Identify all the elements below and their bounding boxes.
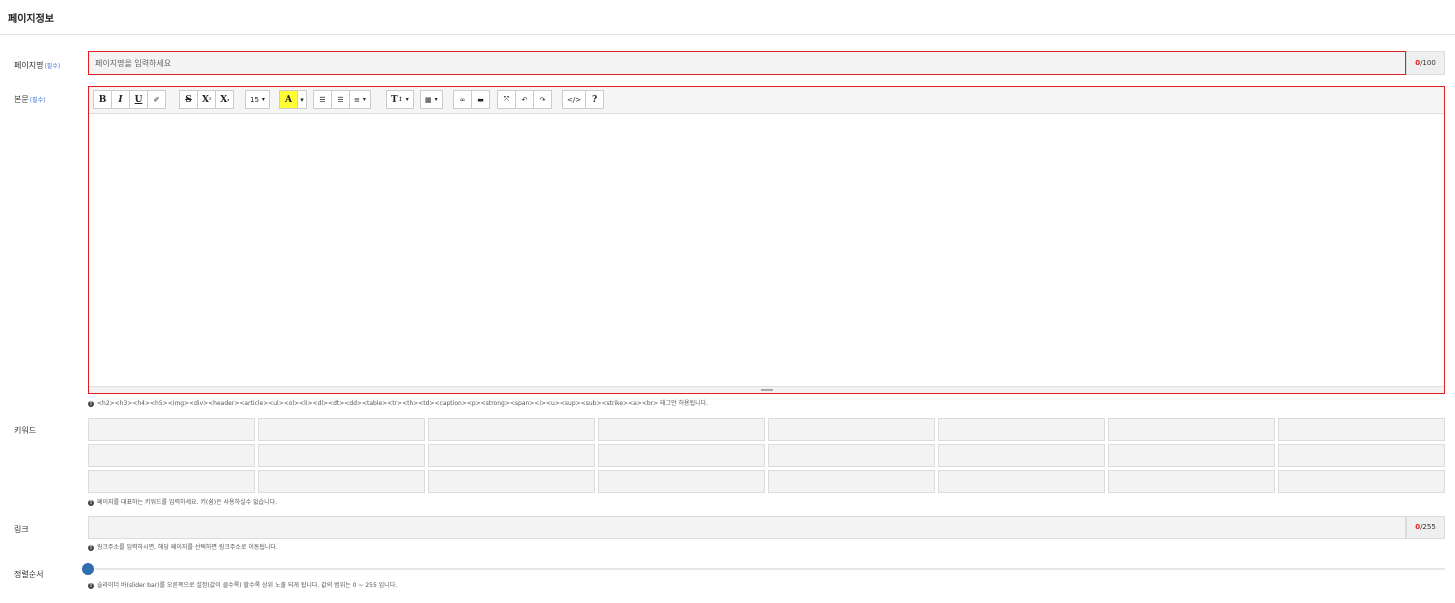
editor-resize-handle[interactable] [89, 386, 1444, 393]
sort-label: 정렬순서 [14, 570, 44, 579]
page-name-input[interactable]: 페이지명을 입력하세요 [88, 51, 1406, 75]
keyword-input[interactable] [88, 418, 255, 441]
page-name-counter: 0/100 [1406, 51, 1445, 75]
keyword-input[interactable] [88, 444, 255, 467]
undo-icon[interactable]: ↶ [515, 90, 534, 109]
eraser-icon[interactable]: ✐ [147, 90, 166, 109]
keyword-input[interactable] [258, 470, 425, 493]
keyword-input[interactable] [1108, 418, 1275, 441]
keyword-input[interactable] [1108, 444, 1275, 467]
keyword-input[interactable] [598, 470, 765, 493]
keyword-input[interactable] [88, 470, 255, 493]
info-icon: ! [88, 400, 94, 407]
font-color-button[interactable]: A [279, 90, 298, 109]
keyword-label: 키워드 [14, 426, 37, 435]
subscript-button[interactable]: X₂ [215, 90, 235, 109]
rich-text-editor[interactable]: B I U ✐ S X² X₂ 15 ▾ A ▾ ☰ ☰ ≡ ▾ T ↕ ▾ ▦ ▾ ∞ [88, 86, 1445, 394]
link-max: /255 [1420, 523, 1436, 531]
underline-button[interactable]: U [129, 90, 148, 109]
horizontal-rule-icon[interactable]: ▬ [471, 90, 490, 109]
editor-toolbar: B I U ✐ S X² X₂ 15 ▾ A ▾ ☰ ☰ ≡ ▾ T ↕ ▾ ▦ ▾ ∞ [89, 87, 1444, 114]
sort-slider-track[interactable] [88, 568, 1445, 570]
strikethrough-button[interactable]: S [179, 90, 198, 109]
link-icon[interactable]: ∞ [453, 90, 472, 109]
keyword-input[interactable] [938, 444, 1105, 467]
page-header: 페이지정보 [0, 0, 1455, 35]
link-label: 링크 [14, 525, 29, 534]
superscript-button[interactable]: X² [197, 90, 217, 109]
table-icon: ▦ [425, 95, 432, 104]
info-icon: ! [88, 544, 94, 551]
keyword-input[interactable] [938, 418, 1105, 441]
body-label-text: 본문 [14, 95, 29, 104]
font-color-dropdown[interactable]: ▾ [297, 90, 307, 109]
table-dropdown[interactable]: ▦ ▾ [420, 90, 443, 109]
body-help-text: <h2><h3><h4><h5><img><div><header><artic… [97, 400, 709, 407]
keyword-help: ! 페이지를 대표하는 키워드를 입력하세요. 키(쉼)은 사용하실수 없습니다. [88, 497, 277, 506]
sort-help-text: 슬라이더 바(slider bar)를 오른쪽으로 설정(값이 클수록) 할수록… [97, 582, 398, 589]
keyword-input[interactable] [768, 418, 935, 441]
keyword-input[interactable] [428, 418, 595, 441]
align-dropdown[interactable]: ≡ ▾ [349, 90, 371, 109]
sort-help: ! 슬라이더 바(slider bar)를 오른쪽으로 설정(값이 클수록) 할수… [88, 580, 397, 589]
link-counter: 0/255 [1406, 516, 1445, 539]
keyword-input[interactable] [598, 444, 765, 467]
body-label: 본문(필수) [14, 94, 45, 105]
italic-button[interactable]: I [111, 90, 130, 109]
sort-slider-thumb[interactable] [82, 563, 94, 575]
help-icon[interactable]: ? [585, 90, 605, 109]
link-help-text: 링크주소를 입력하시면, 해당 페이지를 선택하면 링크주소로 이동됩니다. [97, 544, 278, 551]
page-name-max: /100 [1420, 59, 1436, 67]
bold-button[interactable]: B [93, 90, 112, 109]
keyword-input[interactable] [1278, 418, 1445, 441]
superscript-glyph: X [202, 94, 209, 105]
body-help: ! <h2><h3><h4><h5><img><div><header><arti… [88, 398, 708, 407]
keyword-input[interactable] [258, 444, 425, 467]
info-icon: ! [88, 499, 94, 506]
keyword-input[interactable] [428, 470, 595, 493]
keyword-input[interactable] [1108, 470, 1275, 493]
font-size-value: 15 [250, 95, 259, 104]
keyword-input[interactable] [768, 470, 935, 493]
align-icon: ≡ [354, 95, 360, 104]
link-help: ! 링크주소를 입력하시면, 해당 페이지를 선택하면 링크주소로 이동됩니다. [88, 542, 278, 551]
page-name-placeholder: 페이지명을 입력하세요 [95, 59, 172, 68]
style-icon: T [391, 94, 398, 105]
grip-icon [761, 389, 773, 391]
keyword-input[interactable] [1278, 444, 1445, 467]
keyword-input[interactable] [1278, 470, 1445, 493]
unordered-list-icon[interactable]: ☰ [313, 90, 332, 109]
keyword-input[interactable] [938, 470, 1105, 493]
code-view-icon[interactable]: </> [562, 90, 587, 109]
info-icon: ! [88, 582, 94, 589]
keyword-input[interactable] [768, 444, 935, 467]
fullscreen-icon[interactable]: ⤧ [497, 90, 516, 109]
keyword-input[interactable] [428, 444, 595, 467]
style-dropdown[interactable]: T ↕ ▾ [386, 90, 414, 109]
link-input[interactable] [88, 516, 1406, 539]
required-tag: (필수) [29, 97, 46, 104]
page-title: 페이지정보 [8, 14, 54, 25]
subscript-glyph: X [220, 94, 228, 105]
required-tag: (필수) [44, 63, 61, 70]
page-name-label-text: 페이지명 [14, 61, 44, 70]
font-size-dropdown[interactable]: 15 ▾ [245, 90, 270, 109]
keyword-input[interactable] [598, 418, 765, 441]
ordered-list-icon[interactable]: ☰ [331, 90, 350, 109]
redo-icon[interactable]: ↷ [533, 90, 552, 109]
keyword-input[interactable] [258, 418, 425, 441]
keyword-help-text: 페이지를 대표하는 키워드를 입력하세요. 키(쉼)은 사용하실수 없습니다. [97, 499, 278, 506]
page-name-label: 페이지명(필수) [14, 60, 60, 71]
